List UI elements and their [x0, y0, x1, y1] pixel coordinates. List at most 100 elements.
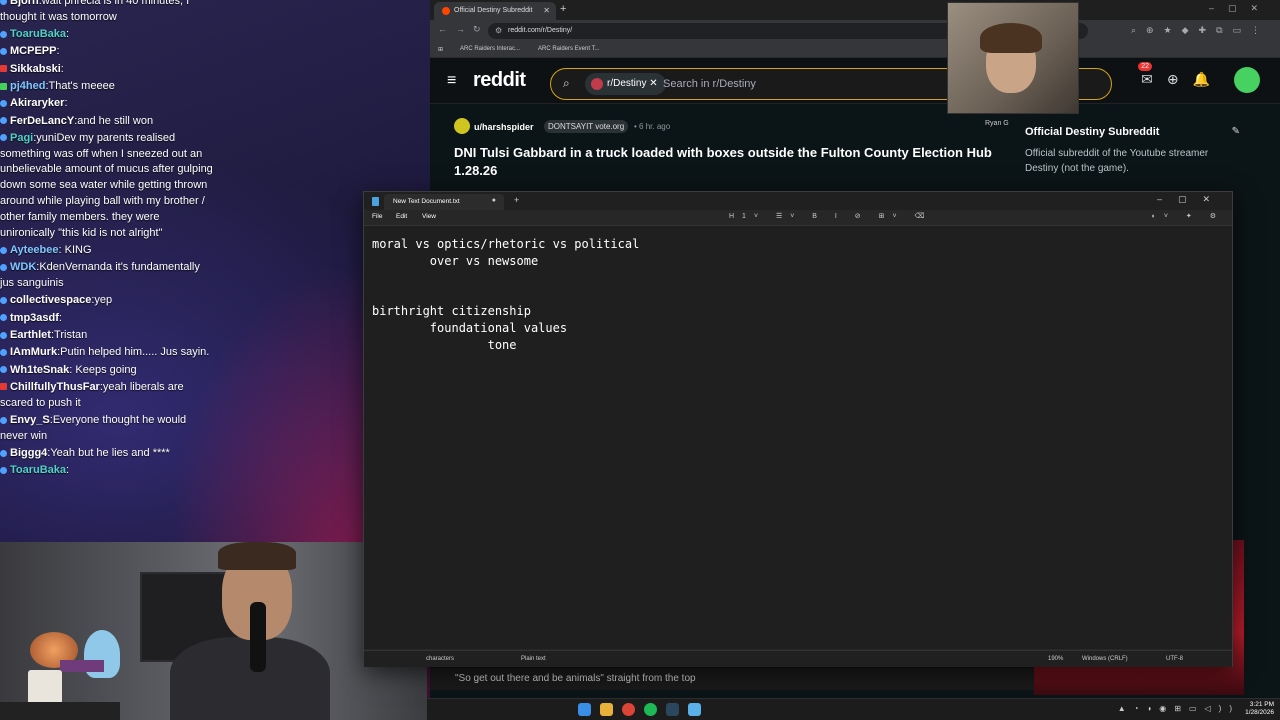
now-playing-banner: "So get out there and be animals" straig…	[430, 668, 1034, 690]
chat-text: Tristan	[54, 328, 88, 341]
user-avatar[interactable]	[1234, 67, 1260, 93]
tab-close-icon[interactable]: ●	[492, 197, 496, 204]
notepad-taskbar-icon[interactable]	[688, 703, 701, 716]
heading-dropdown[interactable]: H1	[729, 213, 754, 220]
chat-username[interactable]: ChillfullyThusFar	[10, 381, 100, 393]
edit-pencil-icon[interactable]: ✎	[1232, 126, 1240, 137]
formatting-toolbar[interactable]: H1˅ ☰˅ B I ⊘ ⊞˅ ⌫	[729, 212, 932, 220]
status-line-ending: Windows (CRLF)	[1082, 656, 1128, 662]
status-zoom[interactable]: 190%	[1048, 656, 1063, 662]
spotify-icon[interactable]	[644, 703, 657, 716]
chat-badge-icon	[0, 99, 7, 107]
post-card[interactable]: u/harshspider DONTSAYIT vote.org • 6 hr.…	[454, 118, 1014, 180]
bookmark-item[interactable]: ARC Raiders Interac...	[460, 46, 520, 52]
chrome-icon[interactable]	[622, 703, 635, 716]
chat-badge-icon	[0, 331, 7, 339]
apps-grid-icon[interactable]: ⊞	[438, 46, 443, 53]
chat-username[interactable]: Wh1teSnak	[10, 364, 69, 376]
site-info-icon[interactable]: ⚙	[495, 26, 502, 35]
chat-text: Keeps going	[72, 363, 137, 376]
chat-username[interactable]: Akiraryker	[10, 97, 64, 109]
new-tab-icon[interactable]: +	[514, 195, 519, 205]
notepad-menubar: File Edit View H1˅ ☰˅ B I ⊘ ⊞˅ ⌫ ◐˅ ✦ ⚙	[364, 210, 1232, 225]
header-action-icons[interactable]: ✉⊕🔔	[1141, 71, 1224, 88]
notepad-window-controls[interactable]: –▢✕	[1157, 194, 1226, 205]
guest-hair	[980, 23, 1042, 53]
chat-username[interactable]: Earthlet	[10, 329, 51, 341]
chat-username[interactable]: Envy_S	[10, 414, 50, 426]
browser-window-controls[interactable]: –▢✕	[1209, 3, 1272, 14]
notification-count-badge: 22	[1138, 62, 1152, 71]
notepad-app-icon	[372, 197, 379, 206]
notepad-tab[interactable]: New Text Document.txt ●	[384, 194, 504, 210]
chat-username[interactable]: ToaruBaka	[10, 28, 66, 40]
notepad-right-toolbar[interactable]: ◐˅ ✦ ⚙	[1152, 212, 1224, 220]
extension-icons[interactable]: ⌕⊕★◆✚⧉▭⋮	[1131, 25, 1270, 36]
chat-username[interactable]: Biggg4	[10, 447, 47, 459]
chat-username[interactable]: MCPEPP	[10, 45, 56, 57]
menu-view[interactable]: View	[422, 213, 436, 220]
chat-message: Wh1teSnak: Keeps going	[0, 363, 215, 380]
chat-overlay: Bjorn:wait phrecia is in 40 minutes, I t…	[0, 0, 215, 481]
post-author-flair: DONTSAYIT vote.org	[544, 120, 629, 133]
chat-message: ChillfullyThusFar:yeah liberals are scar…	[0, 380, 215, 413]
chat-username[interactable]: Ayteebee	[10, 244, 59, 256]
chat-message: MCPEPP:	[0, 44, 215, 61]
chat-username[interactable]: FerDeLancY	[10, 115, 74, 127]
chat-badge-icon	[0, 82, 7, 90]
steam-icon[interactable]	[666, 703, 679, 716]
menu-edit[interactable]: Edit	[396, 213, 407, 220]
chat-username[interactable]: Pagi	[10, 132, 33, 144]
file-explorer-icon[interactable]	[600, 703, 613, 716]
post-author[interactable]: u/harshspider	[474, 122, 534, 132]
chat-username[interactable]: WDK	[10, 261, 36, 273]
system-tray-icons[interactable]: ▲◔◑◉⊞▭◁))	[1118, 704, 1240, 713]
bookmarks-bar: ⊞ ARC Raiders Interac... ARC Raiders Eve…	[430, 42, 1280, 58]
hamburger-menu-icon[interactable]: ≡	[447, 72, 456, 90]
chat-badge-icon	[0, 314, 7, 322]
chat-badge-icon	[0, 30, 7, 38]
subreddit-chip-label: r/Destiny	[607, 78, 647, 89]
chat-text: yuniDev my parents realised something wa…	[0, 131, 213, 239]
chat-username[interactable]: ToaruBaka	[10, 464, 66, 476]
chat-username[interactable]: IAmMurk	[10, 346, 57, 358]
reddit-logo[interactable]: reddit	[473, 69, 526, 92]
new-tab-icon[interactable]: +	[560, 3, 566, 15]
chat-username[interactable]: Bjorn	[10, 0, 39, 7]
subreddit-title: Official Destiny Subreddit	[1025, 126, 1160, 138]
browser-tab[interactable]: Official Destiny Subreddit ✕	[434, 2, 556, 20]
post-title[interactable]: DNI Tulsi Gabbard in a truck loaded with…	[454, 144, 1014, 180]
chat-message: collectivespace:yep	[0, 293, 215, 310]
chat-badge-icon	[0, 348, 7, 356]
chat-message: Biggg4:Yeah but he lies and ****	[0, 446, 215, 463]
chat-username[interactable]: pj4hed	[10, 80, 45, 92]
start-icon[interactable]	[578, 703, 591, 716]
reload-icon[interactable]: ↻	[473, 24, 481, 35]
chat-badge-icon	[0, 0, 7, 5]
chat-username[interactable]: tmp3asdf	[10, 312, 59, 324]
chat-username[interactable]: Sikkabski	[10, 63, 61, 75]
chat-username[interactable]: collectivespace	[10, 294, 91, 306]
post-author-avatar[interactable]	[454, 118, 470, 134]
cam-keyboard	[0, 702, 120, 720]
chat-message: Sikkabski:	[0, 62, 215, 79]
forward-icon[interactable]: →	[456, 24, 465, 34]
notepad-statusbar: characters Plain text 190% Windows (CRLF…	[364, 650, 1232, 667]
chat-text: Yeah but he lies and ****	[50, 447, 170, 460]
chat-message: FerDeLancY:and he still won	[0, 114, 215, 131]
guest-facecam	[947, 2, 1079, 114]
menu-file[interactable]: File	[372, 213, 382, 220]
subreddit-chip[interactable]: r/Destiny ✕	[585, 73, 666, 95]
tab-close-icon[interactable]: ✕	[543, 6, 550, 15]
notepad-tab-title: New Text Document.txt	[393, 198, 460, 205]
chat-message: Akiraryker:	[0, 96, 215, 113]
post-meta: u/harshspider DONTSAYIT vote.org • 6 hr.…	[454, 118, 1014, 136]
chat-separator: :	[64, 97, 68, 110]
cam-person-hair	[218, 542, 296, 570]
back-icon[interactable]: ←	[438, 24, 447, 34]
notepad-editor[interactable]: moral vs optics/rhetoric vs political ov…	[364, 225, 1232, 649]
bookmark-item[interactable]: ARC Raiders Event T...	[538, 46, 600, 52]
taskbar-clock[interactable]: 3:21 PM 1/28/2026	[1245, 701, 1274, 717]
chat-badge-icon	[0, 134, 7, 142]
browser-tabbar: Official Destiny Subreddit ✕ + –▢✕	[430, 0, 1280, 20]
